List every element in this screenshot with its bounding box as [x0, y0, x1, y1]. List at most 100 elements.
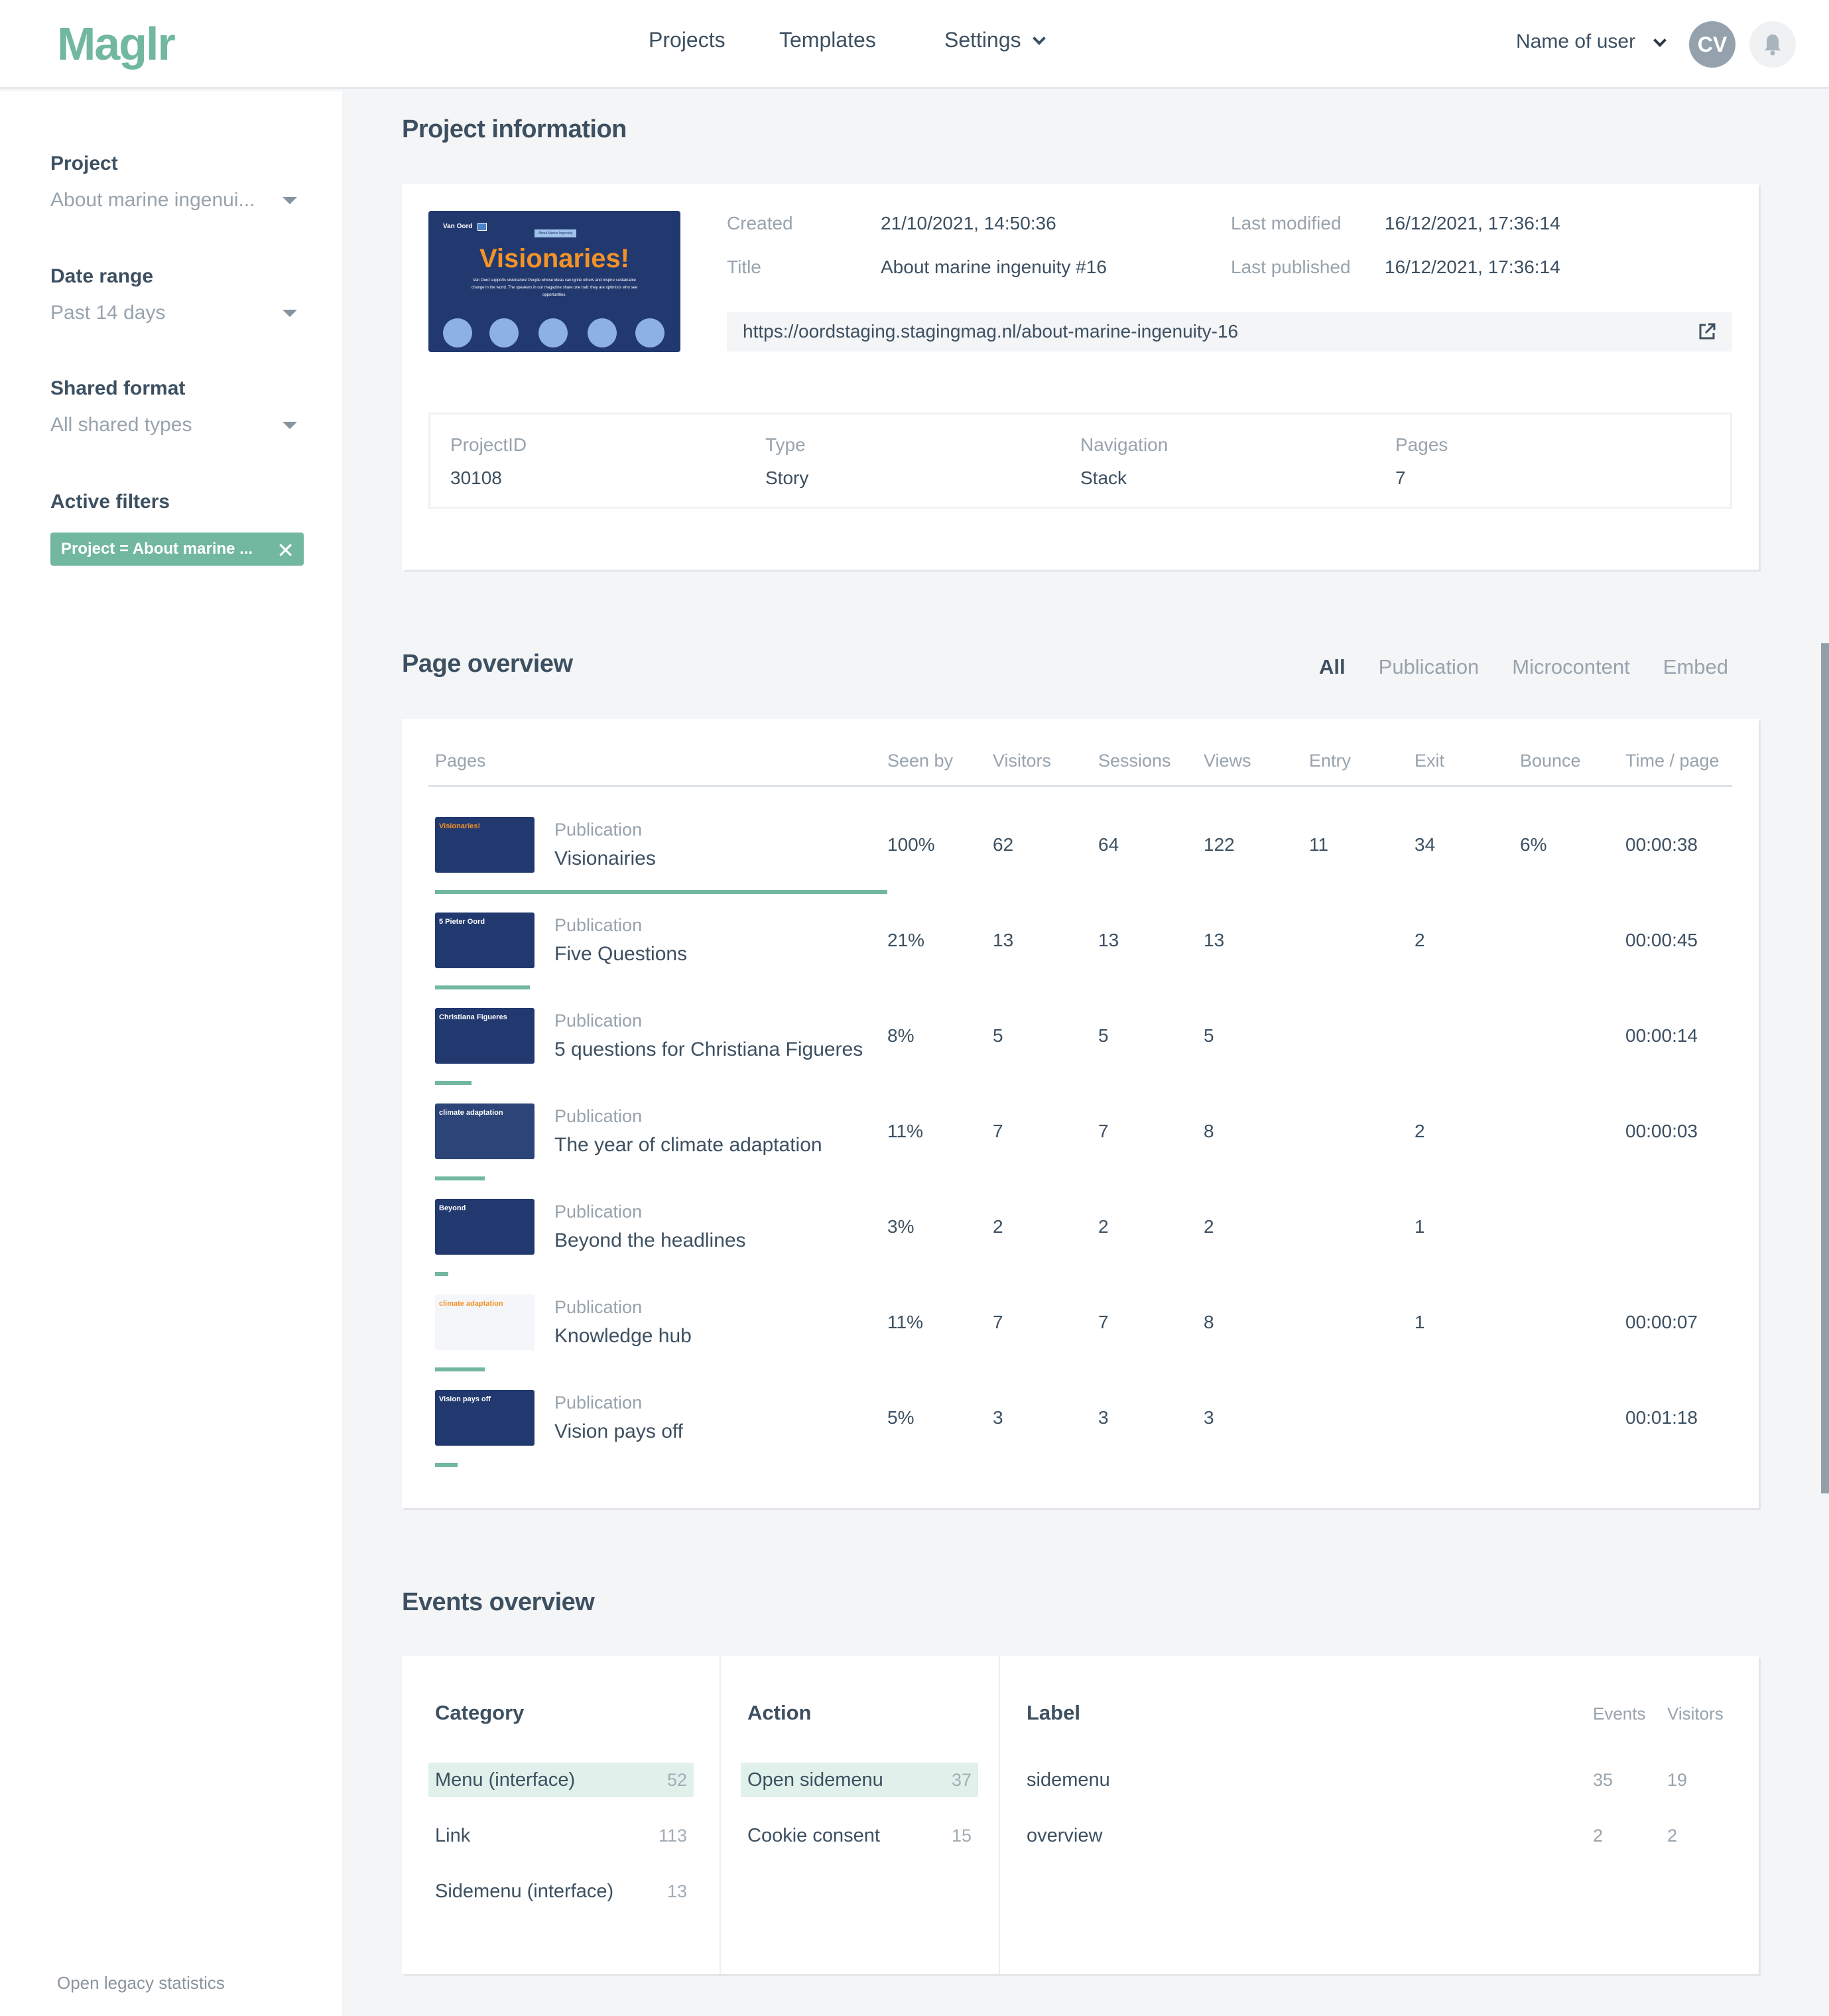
column-header-bounce[interactable]: Bounce: [1520, 751, 1581, 771]
page-thumbnail: 5 Pieter Oord: [435, 913, 535, 968]
category-count: 13: [666, 1881, 687, 1901]
page-name[interactable]: Visionairies: [554, 848, 656, 870]
action-item[interactable]: Open sidemenu 37: [741, 1763, 978, 1797]
notifications-button[interactable]: [1749, 21, 1796, 68]
page-scrollbar[interactable]: [1821, 643, 1829, 1493]
cell-seen-by: 3%: [887, 1216, 914, 1237]
tab-microcontent[interactable]: Microcontent: [1512, 655, 1629, 679]
page-thumbnail: Beyond: [435, 1199, 535, 1255]
project-url-link[interactable]: https://oordstaging.stagingmag.nl/about-…: [727, 312, 1732, 351]
page-name[interactable]: Vision pays off: [554, 1420, 683, 1443]
cell-visitors: 5: [993, 1025, 1003, 1046]
cell-seen-by: 21%: [887, 930, 925, 950]
filter-label-date-range: Date range: [50, 265, 154, 287]
chevron-down-icon: [1032, 32, 1046, 45]
column-header-exit[interactable]: Exit: [1415, 751, 1444, 771]
category-item[interactable]: Menu (interface) 52: [428, 1763, 694, 1797]
thumbnail-text: climate adaptation: [439, 1300, 503, 1308]
column-header-views[interactable]: Views: [1204, 751, 1251, 771]
nav-settings[interactable]: Settings: [944, 28, 1046, 52]
speaker-photo: [588, 318, 617, 347]
seen-by-bar: [435, 1463, 458, 1467]
column-header-entry[interactable]: Entry: [1309, 751, 1351, 771]
action-item[interactable]: Cookie consent 15: [741, 1818, 978, 1853]
project-meta: ProjectID 30108 Type Story Navigation St…: [428, 412, 1732, 509]
meta-value: 7: [1395, 468, 1406, 488]
table-row[interactable]: Visionaries! Publication Visionairies 100% 6…: [402, 817, 1759, 913]
column-header-pages[interactable]: Pages: [435, 751, 486, 771]
table-row[interactable]: Christiana Figueres Publication 5 question…: [402, 1008, 1759, 1103]
cell-views: 8: [1204, 1312, 1214, 1332]
date-range-select[interactable]: Past 14 days: [50, 302, 297, 324]
cell-time-per-page: 00:00:03: [1625, 1121, 1698, 1141]
cell-time-per-page: 00:00:14: [1625, 1025, 1698, 1046]
filter-sidebar: Project About marine ingenui... Date ran…: [0, 91, 342, 2016]
label-visitors-count: 2: [1667, 1826, 1678, 1846]
tab-embed[interactable]: Embed: [1663, 655, 1728, 679]
cell-sessions: 5: [1098, 1025, 1109, 1046]
table-row[interactable]: Beyond Publication Beyond the headlines 3% 2…: [402, 1199, 1759, 1294]
table-row[interactable]: climate adaptation Publication The year of…: [402, 1103, 1759, 1199]
speaker-photo: [635, 318, 664, 347]
cell-exit: 2: [1415, 930, 1425, 950]
column-header-time-per-page[interactable]: Time / page: [1625, 751, 1720, 771]
label-item[interactable]: overview: [1020, 1818, 1219, 1853]
category-item[interactable]: Link 113: [428, 1818, 694, 1853]
cell-views: 8: [1204, 1121, 1214, 1141]
open-legacy-statistics-link[interactable]: Open legacy statistics: [57, 1973, 225, 1993]
thumb-headline: Visionaries!: [479, 244, 630, 273]
caret-down-icon: [283, 422, 297, 429]
table-row[interactable]: Vision pays off Publication Vision pays of…: [402, 1390, 1759, 1485]
label-visitors-count: 19: [1667, 1770, 1688, 1790]
cell-views: 2: [1204, 1216, 1214, 1237]
shared-format-select[interactable]: All shared types: [50, 414, 297, 436]
cell-exit: 34: [1415, 834, 1436, 855]
last-published-label: Last published: [1231, 257, 1351, 277]
tab-all[interactable]: All: [1319, 655, 1346, 679]
cell-sessions: 64: [1098, 834, 1119, 855]
nav-templates[interactable]: Templates: [779, 28, 876, 52]
cell-time-per-page: 00:00:38: [1625, 834, 1698, 855]
meta-label: ProjectID: [450, 434, 527, 455]
page-name[interactable]: 5 questions for Christiana Figueres: [554, 1039, 863, 1061]
cell-visitors: 7: [993, 1121, 1003, 1141]
meta-navigation: Navigation Stack: [1080, 434, 1168, 489]
maglr-logo[interactable]: Maglr: [57, 17, 176, 70]
user-menu[interactable]: Name of user: [1516, 31, 1635, 53]
external-link-icon[interactable]: [1698, 322, 1716, 341]
table-row[interactable]: 5 Pieter Oord Publication Five Questions 21…: [402, 913, 1759, 1008]
project-select[interactable]: About marine ingenui...: [50, 189, 297, 212]
page-name[interactable]: Beyond the headlines: [554, 1229, 746, 1252]
active-filters-label: Active filters: [50, 491, 170, 513]
thumbnail-text: Visionaries!: [439, 822, 481, 830]
column-header-sessions[interactable]: Sessions: [1098, 751, 1171, 771]
active-filter-chip-label: Project = About marine ...: [61, 540, 253, 558]
action-count: 15: [951, 1826, 972, 1846]
page-name[interactable]: Knowledge hub: [554, 1325, 692, 1348]
meta-pages: Pages 7: [1395, 434, 1448, 489]
nav-projects[interactable]: Projects: [649, 28, 725, 52]
table-row[interactable]: climate adaptation Publication Knowledge h…: [402, 1294, 1759, 1390]
tab-publication[interactable]: Publication: [1379, 655, 1480, 679]
active-filter-chip[interactable]: Project = About marine ... ✕: [50, 533, 304, 566]
page-name[interactable]: The year of climate adaptation: [554, 1134, 822, 1157]
close-icon[interactable]: ✕: [277, 538, 294, 563]
page-thumbnail: Vision pays off: [435, 1390, 535, 1446]
seen-by-bar: [435, 985, 530, 989]
page-name[interactable]: Five Questions: [554, 943, 687, 966]
label-events-count: 2: [1593, 1826, 1604, 1846]
page-thumbnail: climate adaptation: [435, 1294, 535, 1350]
avatar[interactable]: CV: [1689, 21, 1735, 68]
cell-visitors: 62: [993, 834, 1014, 855]
column-header-visitors[interactable]: Visitors: [993, 751, 1051, 771]
meta-label: Navigation: [1080, 434, 1168, 455]
label-item[interactable]: sidemenu: [1020, 1763, 1219, 1797]
last-modified-value: 16/12/2021, 17:36:14: [1385, 213, 1560, 233]
category-item[interactable]: Sidemenu (interface) 13: [428, 1874, 694, 1909]
project-select-value: About marine ingenui...: [50, 189, 255, 211]
thumb-body: Van Oord supports visionaries! People wh…: [471, 279, 638, 297]
meta-label: Type: [765, 434, 806, 455]
page-type: Publication: [554, 1011, 643, 1031]
chevron-down-icon[interactable]: [1653, 34, 1667, 47]
column-header-seen-by[interactable]: Seen by: [887, 751, 953, 771]
